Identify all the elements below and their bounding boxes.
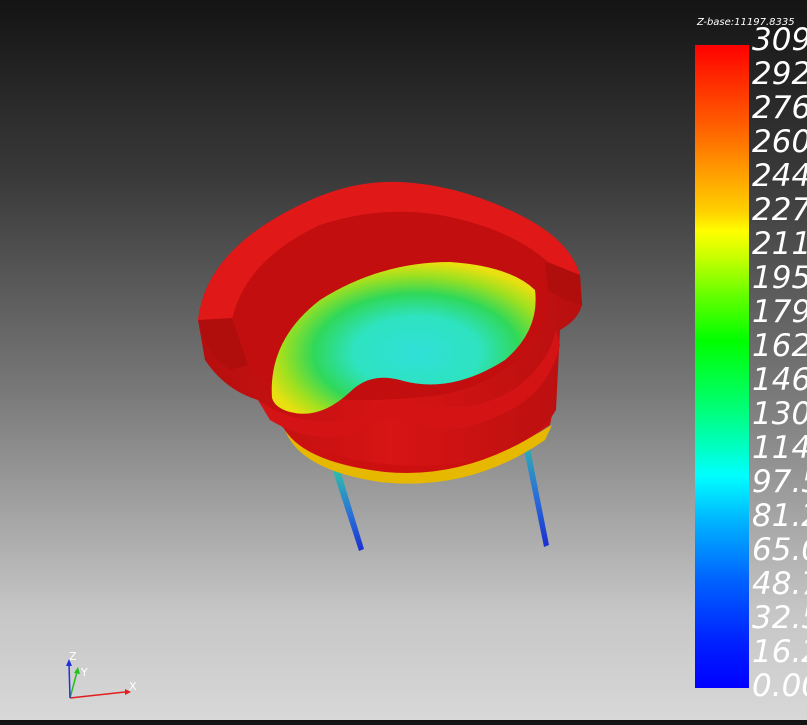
scalar-bar-label: 16.2: [752, 634, 807, 670]
scalar-bar-label: 32.5: [752, 600, 807, 636]
model-render: [198, 181, 582, 551]
x-axis-label: X: [129, 680, 137, 693]
scalar-bar-label: 146: [752, 362, 807, 398]
y-axis-line: [69, 671, 78, 699]
3d-viewport[interactable]: Z-base:11197.8335 309 292 276 260 244 22…: [0, 0, 807, 720]
orientation-axes: X Y Z: [66, 650, 137, 699]
scalar-bar-label: 48.7: [752, 566, 807, 602]
scalar-bar-label: 130: [752, 396, 807, 432]
scalar-bar-label: 81.2: [752, 498, 807, 534]
scalar-bar-label: 211: [752, 226, 807, 262]
x-axis-line: [69, 691, 126, 699]
scalar-bar-label: 114: [752, 430, 807, 466]
y-axis-label: Y: [80, 666, 88, 679]
scalar-bar-label: 309: [752, 22, 807, 58]
scalar-bar: [695, 45, 749, 688]
scalar-bar-label: 179: [752, 294, 807, 330]
z-axis-line: [68, 663, 71, 699]
scalar-bar-label: 260: [752, 124, 807, 160]
scalar-bar-label: 195: [752, 260, 807, 296]
z-axis-label: Z: [69, 650, 77, 663]
scalar-bar-label: 227: [752, 192, 807, 228]
scalar-bar-label: 65.0: [752, 532, 807, 568]
scalar-bar-label: 276: [752, 90, 807, 126]
scalar-bar-label: 244: [752, 158, 807, 194]
scalar-bar-label: 97.5: [752, 464, 807, 500]
scalar-bar-label: 162: [752, 328, 807, 364]
scalar-bar-label: 0.00: [752, 668, 807, 704]
scalar-bar-labels: 309 292 276 260 244 227 211 195 179 162 …: [752, 25, 807, 725]
scalar-bar-label: 292: [752, 56, 807, 92]
